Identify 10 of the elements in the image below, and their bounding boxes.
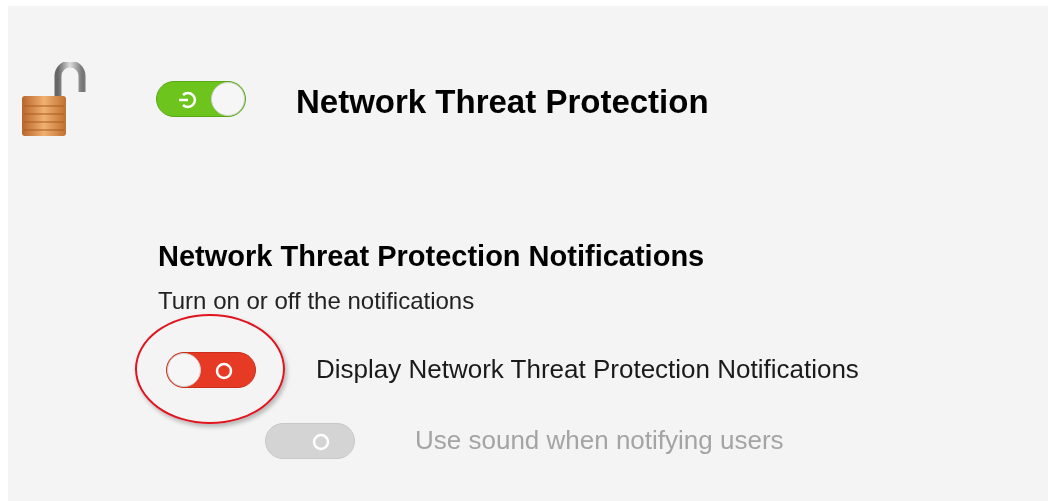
section-description: Turn on or off the notifications (158, 286, 476, 316)
toggle-switch[interactable] (156, 81, 246, 117)
section-heading: Network Threat Protection Notifications (158, 239, 706, 274)
option-label: Display Network Threat Protection Notifications (316, 353, 859, 386)
circle-icon (311, 431, 331, 452)
option-label: Use sound when notifying users (415, 424, 784, 457)
circle-icon (214, 360, 234, 381)
toggle-switch[interactable] (166, 351, 256, 388)
power-icon (177, 90, 197, 110)
setting-title: Network Threat Protection (296, 82, 709, 123)
